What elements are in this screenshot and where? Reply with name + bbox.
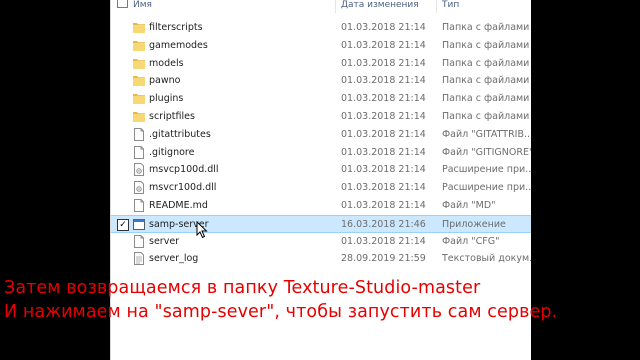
column-type-header[interactable]: Тип xyxy=(442,0,459,10)
file-name: server xyxy=(149,235,180,247)
file-row[interactable]: ✓ samp-server 16.03.2018 21:46 Приложение xyxy=(111,214,531,238)
dll-icon xyxy=(133,163,145,177)
file-row[interactable]: scriptfiles 01.03.2018 21:14 Папка с файла… xyxy=(111,108,531,126)
file-date: 01.03.2018 21:14 xyxy=(341,22,426,33)
file-date: 01.03.2018 21:14 xyxy=(341,111,426,122)
file-type: Расширение при... xyxy=(442,182,531,194)
column-name-header[interactable]: Имя xyxy=(133,0,152,10)
application-icon xyxy=(133,218,145,231)
file-row[interactable]: gamemodes 01.03.2018 21:14 Папка с файлами xyxy=(111,37,531,55)
column-divider[interactable] xyxy=(335,0,336,13)
file-icon xyxy=(133,199,145,212)
file-date: 28.09.2019 21:59 xyxy=(341,253,426,265)
file-date: 16.03.2018 21:46 xyxy=(341,218,426,230)
file-date: 01.03.2018 21:14 xyxy=(341,93,426,105)
file-type: Файл "MD" xyxy=(442,200,496,211)
folder-icon xyxy=(133,39,145,52)
file-type: Файл "GITIGNORE" xyxy=(442,146,531,158)
folder-icon xyxy=(133,92,145,105)
file-type: Приложение xyxy=(442,218,506,230)
file-name: models xyxy=(149,57,184,69)
caption-line-1: Затем возвращаемся в папку Texture-Studi… xyxy=(4,278,481,298)
file-date: 01.03.2018 21:14 xyxy=(341,128,426,140)
file-name: gamemodes xyxy=(149,39,208,51)
file-type: Файл "CFG" xyxy=(442,235,500,247)
file-type: Папка с файлами xyxy=(442,39,530,51)
file-name: .gitattributes xyxy=(149,128,211,140)
file-name: plugins xyxy=(149,93,184,105)
file-icon xyxy=(133,234,145,248)
file-row[interactable]: plugins 01.03.2018 21:14 Папка с файлами xyxy=(111,90,531,108)
file-row[interactable]: server_log 28.09.2019 21:59 Текстовый доку… xyxy=(111,250,531,268)
select-all-checkbox[interactable] xyxy=(117,0,128,8)
column-header: Имя Дата изменения Тип xyxy=(111,0,531,13)
file-icon xyxy=(133,127,145,141)
file-row[interactable]: server 01.03.2018 21:14 Файл "CFG" xyxy=(111,233,531,251)
file-type: Папка с файлами xyxy=(442,93,530,105)
file-type: Папка с файлами xyxy=(442,57,530,69)
folder-icon xyxy=(133,57,145,70)
file-date: 01.03.2018 21:14 xyxy=(341,235,426,247)
file-date: 01.03.2018 21:14 xyxy=(341,200,426,211)
file-name: filterscripts xyxy=(149,22,203,33)
file-date: 01.03.2018 21:14 xyxy=(341,146,426,158)
file-name: pawno xyxy=(149,75,181,87)
file-row[interactable]: filterscripts 01.03.2018 21:14 Папка с фай… xyxy=(111,19,531,37)
file-date: 01.03.2018 21:14 xyxy=(341,75,426,87)
file-type: Папка с файлами xyxy=(442,111,530,122)
folder-icon xyxy=(133,110,145,123)
column-date-header[interactable]: Дата изменения xyxy=(341,0,419,10)
file-name: README.md xyxy=(149,200,208,211)
file-date: 01.03.2018 21:14 xyxy=(341,39,426,51)
file-type: Текстовый докум... xyxy=(442,253,531,265)
dll-icon xyxy=(133,181,145,195)
file-name: server_log xyxy=(149,253,199,265)
caption-line-2: И нажимаем на "samp-sever", чтобы запуст… xyxy=(4,302,558,322)
file-type: Расширение при... xyxy=(442,164,531,176)
file-date: 01.03.2018 21:14 xyxy=(341,182,426,194)
folder-icon xyxy=(133,21,145,34)
file-type: Файл "GITATTRIB... xyxy=(442,128,531,140)
file-name: msvcp100d.dll xyxy=(149,164,219,176)
file-icon xyxy=(133,145,145,159)
file-row[interactable]: pawno 01.03.2018 21:14 Папка с файлами xyxy=(111,72,531,90)
file-row[interactable]: models 01.03.2018 21:14 Папка с файлами xyxy=(111,55,531,73)
file-name: .gitignore xyxy=(149,146,195,158)
file-name: msvcr100d.dll xyxy=(149,182,217,194)
file-type: Папка с файлами xyxy=(442,75,530,87)
file-row[interactable]: README.md 01.03.2018 21:14 Файл "MD" xyxy=(111,197,531,215)
file-row[interactable]: .gitattributes 01.03.2018 21:14 Файл "GITA… xyxy=(111,126,531,144)
file-row[interactable]: msvcr100d.dll 01.03.2018 21:14 Расширение … xyxy=(111,179,531,197)
file-row[interactable]: msvcp100d.dll 01.03.2018 21:14 Расширение … xyxy=(111,161,531,179)
folder-icon xyxy=(133,74,145,87)
file-type: Папка с файлами xyxy=(442,22,530,33)
file-row[interactable]: .gitignore 01.03.2018 21:14 Файл "GITIGNOR… xyxy=(111,144,531,162)
text-file-icon xyxy=(133,252,145,266)
file-date: 01.03.2018 21:14 xyxy=(341,164,426,176)
row-checkbox[interactable]: ✓ xyxy=(117,218,129,231)
file-name: scriptfiles xyxy=(149,111,195,122)
column-divider[interactable] xyxy=(436,0,437,13)
file-date: 01.03.2018 21:14 xyxy=(341,57,426,69)
